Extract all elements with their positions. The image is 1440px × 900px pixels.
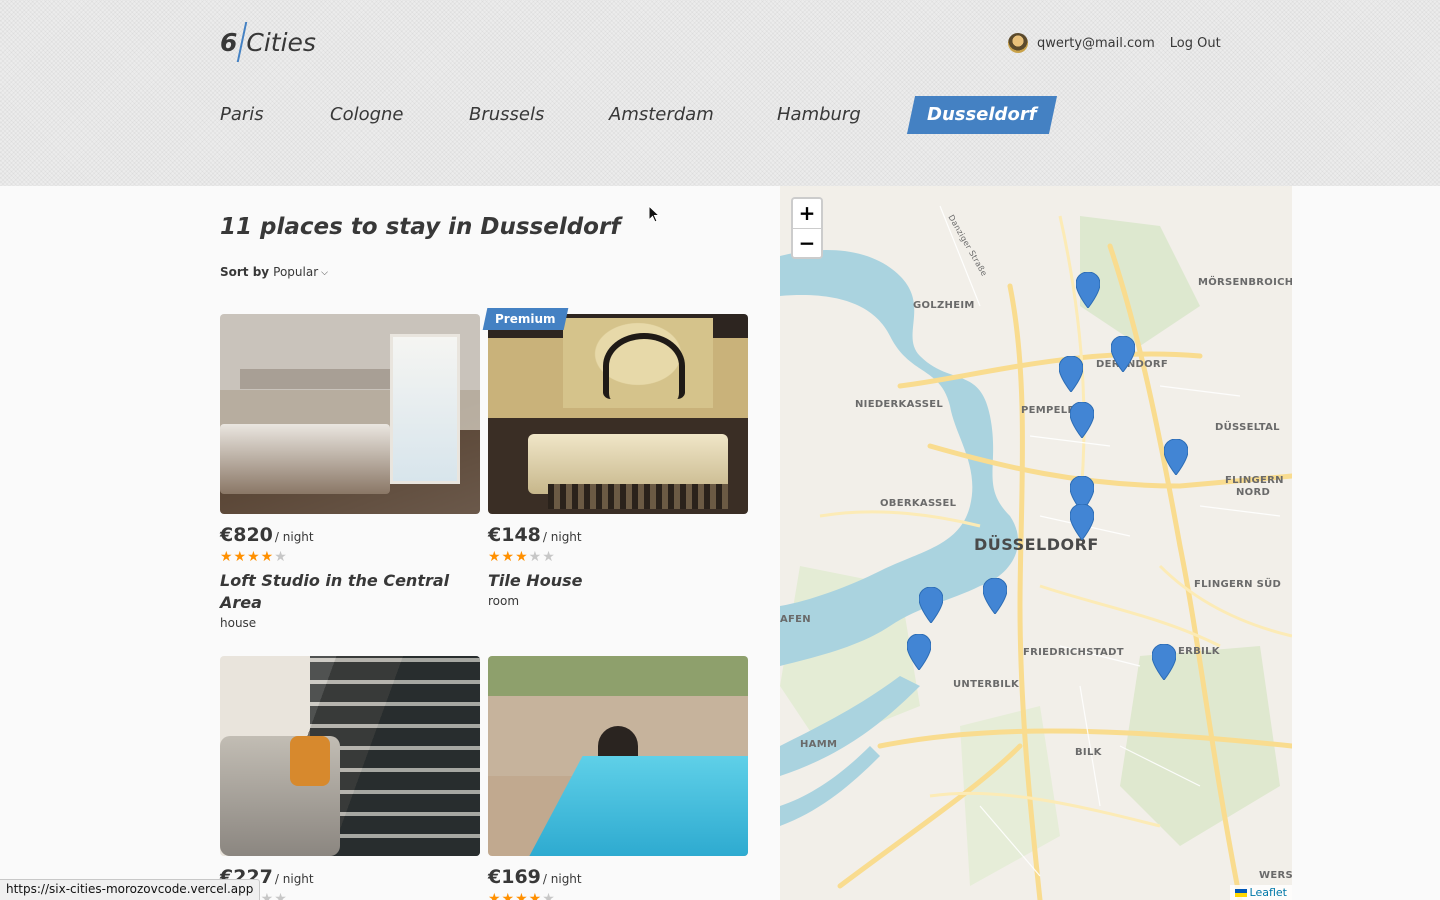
ukraine-flag-icon bbox=[1234, 888, 1247, 897]
price-row: €820 / night bbox=[220, 524, 480, 546]
logo-text: Cities bbox=[246, 27, 316, 57]
map-pin-icon[interactable] bbox=[1076, 272, 1100, 308]
zoom-out-button[interactable]: − bbox=[793, 228, 821, 257]
avatar[interactable] bbox=[1008, 33, 1028, 53]
price-per-night: / night bbox=[542, 872, 582, 886]
places-title: 11 places to stay in Dusseldorf bbox=[220, 214, 621, 240]
map-label: WERSTE bbox=[1259, 870, 1292, 881]
map-label: HAMM bbox=[800, 739, 838, 750]
logo-number: 6 bbox=[220, 27, 238, 57]
price-per-night: / night bbox=[274, 530, 314, 544]
place-name[interactable]: Tile House bbox=[488, 570, 748, 592]
sort-control: Sort by Popular ⌵ bbox=[220, 265, 328, 279]
sort-value: Popular bbox=[273, 265, 319, 279]
map-label: PEMPELF bbox=[1021, 405, 1075, 416]
map-pin-icon[interactable] bbox=[1059, 356, 1083, 392]
map-pin-icon[interactable] bbox=[1070, 402, 1094, 438]
tab-brussels[interactable]: Brussels bbox=[469, 96, 544, 134]
logo[interactable]: 6 Cities bbox=[220, 22, 316, 62]
rating-stars: ★★★★★ bbox=[220, 549, 288, 565]
place-type: room bbox=[488, 594, 520, 608]
place-name[interactable]: Loft Studio in the Central Area bbox=[220, 570, 480, 614]
map-label: UNTERBILK bbox=[953, 679, 1020, 690]
tab-paris[interactable]: Paris bbox=[220, 96, 264, 134]
map-pin-icon[interactable] bbox=[919, 587, 943, 623]
map-pin-icon[interactable] bbox=[1070, 504, 1094, 540]
map-label: BILK bbox=[1075, 747, 1102, 758]
rating-stars: ★★★★★ bbox=[488, 549, 556, 565]
place-image[interactable] bbox=[488, 314, 748, 514]
place-image[interactable] bbox=[488, 656, 748, 856]
map-pin-icon[interactable] bbox=[907, 634, 931, 670]
rating-stars: ★★★★★ bbox=[488, 891, 556, 900]
price-row: €148 / night bbox=[488, 524, 748, 546]
mouse-cursor-icon bbox=[649, 206, 661, 223]
map-pin-icon[interactable] bbox=[1111, 336, 1135, 372]
tab-cologne[interactable]: Cologne bbox=[330, 96, 404, 134]
map-label: FLINGERN bbox=[1225, 475, 1284, 486]
map-label: DÜSSELTAL bbox=[1215, 422, 1280, 433]
leaflet-link[interactable]: Leaflet bbox=[1250, 886, 1287, 899]
map-label: MÖRSENBROICH bbox=[1198, 277, 1292, 288]
map-pin-icon[interactable] bbox=[1152, 644, 1176, 680]
tab-hamburg[interactable]: Hamburg bbox=[777, 96, 861, 134]
price-per-night: / night bbox=[274, 872, 314, 886]
place-card: €227 / night ★★★★★ bbox=[220, 656, 480, 900]
price-value: €169 bbox=[488, 866, 541, 888]
header-background bbox=[0, 0, 1440, 186]
zoom-in-button[interactable]: + bbox=[793, 199, 821, 228]
city-map[interactable]: GOLZHEIM MÖRSENBROICH DERENDORF NIEDERKA… bbox=[780, 186, 1292, 900]
user-nav: qwerty@mail.com Log Out bbox=[1008, 32, 1221, 54]
map-pin-icon[interactable] bbox=[983, 578, 1007, 614]
tab-amsterdam[interactable]: Amsterdam bbox=[609, 96, 714, 134]
map-attribution: Leaflet bbox=[1229, 885, 1292, 900]
map-label: NIEDERKASSEL bbox=[855, 399, 943, 410]
price-value: €148 bbox=[488, 524, 541, 546]
chevron-down-icon: ⌵ bbox=[321, 268, 328, 278]
user-email[interactable]: qwerty@mail.com bbox=[1037, 36, 1155, 51]
price-per-night: / night bbox=[542, 530, 582, 544]
place-type: house bbox=[220, 616, 257, 630]
zoom-control: + − bbox=[791, 197, 823, 259]
place-card: €820 / night ★★★★★ Loft Studio in the Ce… bbox=[220, 314, 480, 630]
browser-status-url: https://six-cities-morozovcode.vercel.ap… bbox=[0, 879, 261, 900]
tab-dusseldorf[interactable]: Dusseldorf bbox=[906, 96, 1057, 134]
map-pin-icon[interactable] bbox=[1164, 439, 1188, 475]
price-row: €169 / night bbox=[488, 866, 748, 888]
sort-label: Sort by bbox=[220, 265, 270, 279]
map-label: GOLZHEIM bbox=[913, 300, 975, 311]
map-label: FLINGERN SÜD bbox=[1194, 579, 1282, 590]
place-image[interactable] bbox=[220, 656, 480, 856]
map-label: AFEN bbox=[780, 614, 811, 625]
price-value: €820 bbox=[220, 524, 273, 546]
place-card: €169 / night ★★★★★ bbox=[488, 656, 748, 900]
premium-badge: Premium bbox=[482, 308, 568, 330]
logout-link[interactable]: Log Out bbox=[1170, 36, 1221, 51]
sort-dropdown[interactable]: Popular ⌵ bbox=[273, 265, 328, 279]
place-card: Premium €148 / night ★★★★★ Tile House ro… bbox=[482, 308, 748, 608]
map-label: NORD bbox=[1236, 487, 1271, 498]
map-label: OBERKASSEL bbox=[880, 498, 957, 509]
place-image[interactable] bbox=[220, 314, 480, 514]
map-label: ERBILK bbox=[1178, 646, 1220, 657]
map-label: FRIEDRICHSTADT bbox=[1023, 647, 1124, 658]
